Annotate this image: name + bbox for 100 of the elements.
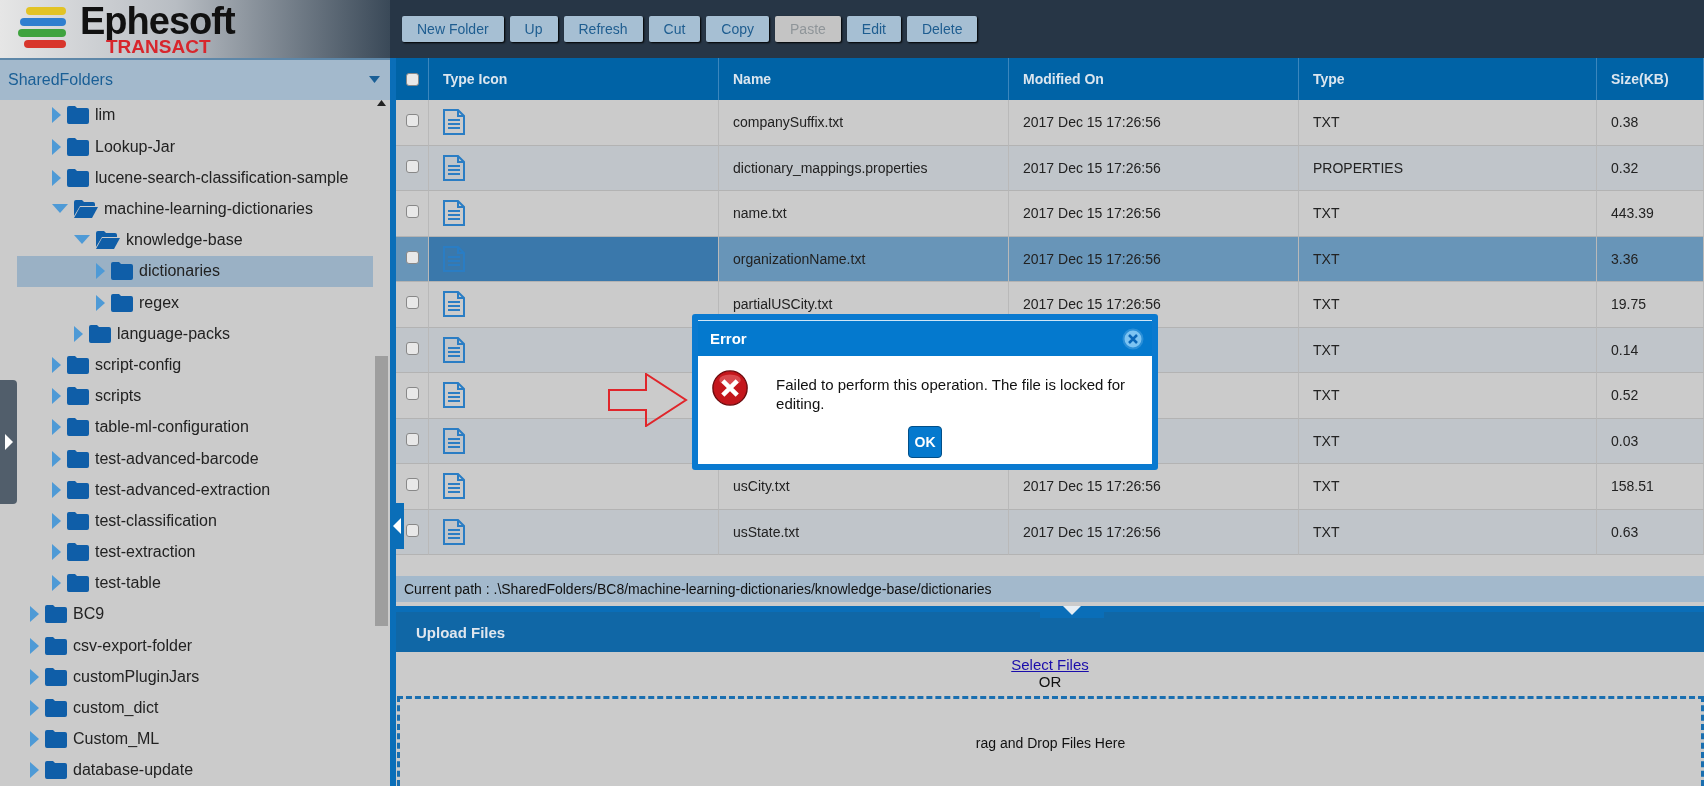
table-cell: TXT [1299,191,1597,237]
caret-right-icon[interactable] [52,388,61,405]
toolbar-button[interactable]: Copy [706,16,769,42]
tree-item[interactable]: test-extraction [17,536,373,568]
tree-item[interactable]: script-config [17,349,373,381]
toolbar-button[interactable]: Edit [846,16,901,42]
collapse-upload-tab[interactable] [1040,606,1104,618]
tree-item[interactable]: lim [17,99,373,132]
toolbar-button[interactable]: Up [509,16,558,42]
tree-item[interactable]: knowledge-base [17,224,373,256]
collapse-panel-tab[interactable] [390,503,404,549]
table-cell: 2017 Dec 15 17:26:56 [1009,145,1299,191]
table-cell: 0.14 [1597,327,1704,373]
row-checkbox[interactable] [405,159,419,173]
caret-down-icon[interactable] [74,235,90,246]
folder-icon [67,543,89,562]
table-cell: TXT [1299,100,1597,146]
row-checkbox[interactable] [405,296,419,309]
ok-button[interactable]: OK [908,426,942,458]
tree-item[interactable]: scripts [17,380,373,412]
table-cell: 0.03 [1597,418,1704,464]
folder-icon [111,262,133,281]
caret-right-icon[interactable] [52,356,61,373]
caret-right-icon[interactable] [52,107,61,124]
row-checkbox[interactable] [405,478,419,491]
tree-item[interactable]: machine-learning-dictionaries [17,193,373,225]
dropdown-value: SharedFolders [8,70,113,89]
caret-right-icon[interactable] [30,731,39,748]
tree-item[interactable]: test-classification [17,505,373,537]
table-cell: TXT [1299,464,1597,510]
logo-name: Ephesoft [80,2,235,40]
caret-right-icon[interactable] [52,450,61,467]
error-message: Failed to perform this operation. The file is locked for editing. [776,375,1127,414]
tree-item[interactable]: table-ml-configuration [17,411,373,443]
table-cell: TXT [1299,236,1597,282]
folder-icon [67,106,89,125]
caret-right-icon[interactable] [30,762,39,779]
tree-item[interactable]: csv-export-folder [17,630,373,662]
caret-right-icon[interactable] [96,263,105,280]
error-icon [712,368,749,408]
tree-item[interactable]: test-advanced-extraction [17,474,373,506]
scroll-up-arrow-icon[interactable] [377,99,386,106]
expand-panel-tab[interactable] [0,380,17,504]
drop-zone[interactable]: rag and Drop Files Here [397,696,1704,786]
caret-right-icon[interactable] [52,138,61,155]
caret-right-icon[interactable] [52,512,61,529]
folder-icon [89,324,111,343]
tree-item[interactable]: dictionaries [17,255,373,287]
caret-right-icon[interactable] [30,700,39,717]
column-header[interactable]: Type Icon [429,58,719,100]
select-files-link[interactable]: Select Files [1011,656,1089,673]
row-checkbox[interactable] [405,114,419,127]
column-header[interactable]: Type [1299,58,1597,100]
tree-item[interactable]: regex [17,287,373,319]
tree-item[interactable]: test-table [17,567,373,599]
caret-right-icon[interactable] [52,169,61,186]
toolbar-button[interactable]: Delete [906,16,978,42]
tree-item[interactable]: test-advanced-barcode [17,442,373,475]
toolbar-button[interactable]: Refresh [563,16,643,42]
close-icon[interactable] [1122,327,1144,350]
row-checkbox[interactable] [405,250,419,264]
tree-item[interactable]: Custom_ML [17,723,373,755]
open-folder-icon [96,231,120,250]
caret-right-icon[interactable] [52,481,61,498]
caret-right-icon[interactable] [96,294,105,311]
row-checkbox[interactable] [405,205,419,218]
or-text: OR [1038,673,1062,690]
tree-item[interactable]: custom_dict [17,692,373,724]
caret-right-icon[interactable] [52,544,61,561]
table-cell: 0.32 [1597,145,1704,191]
table-cell: name.txt [719,191,1009,237]
table-cell: 2017 Dec 15 17:26:56 [1009,191,1299,237]
tree-item[interactable]: language-packs [17,318,373,350]
tree-item[interactable]: customPluginJars [17,661,373,693]
folder-icon [67,511,89,530]
tree-item[interactable]: lucene-search-classification-sample [17,162,373,194]
column-header[interactable]: Name [719,58,1009,100]
caret-right-icon[interactable] [30,668,39,685]
row-checkbox[interactable] [405,387,419,400]
toolbar-button[interactable]: Cut [648,16,701,42]
caret-right-icon[interactable] [30,637,39,654]
table-cell: 158.51 [1597,464,1704,510]
caret-right-icon[interactable] [74,325,83,342]
select-all-checkbox[interactable] [405,72,419,86]
tree-item[interactable]: BC9 [17,598,373,631]
caret-right-icon[interactable] [52,575,61,592]
caret-down-icon[interactable] [52,204,68,215]
tree-item[interactable]: database-update [17,754,373,786]
row-checkbox[interactable] [405,341,419,355]
document-icon [443,427,465,454]
caret-left-icon [393,518,401,534]
row-checkbox[interactable] [405,523,419,537]
row-checkbox[interactable] [405,432,419,446]
toolbar-button[interactable]: New Folder [402,16,504,42]
column-header[interactable]: Modified On [1009,58,1299,100]
caret-right-icon[interactable] [30,606,39,623]
column-header[interactable]: Size(KB) [1597,58,1704,100]
caret-right-icon[interactable] [52,419,61,436]
folder-icon [45,605,67,624]
tree-item[interactable]: Lookup-Jar [17,131,373,163]
